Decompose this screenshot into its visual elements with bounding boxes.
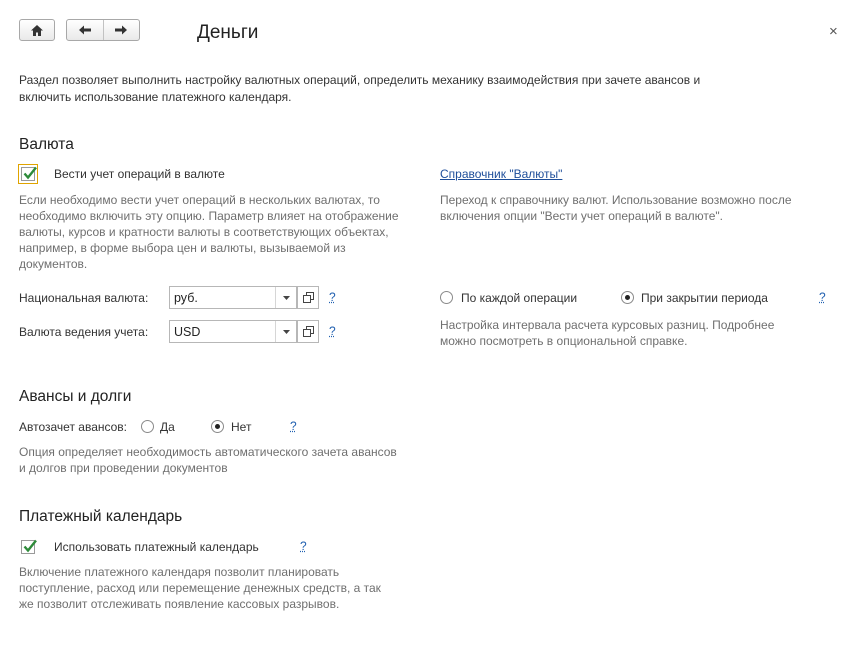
rate-hint: Настройка интервала расчета курсовых раз… [440,317,774,349]
page-title: Деньги [197,22,259,43]
national-currency-dropdown[interactable] [275,287,296,308]
open-window-icon [302,326,314,337]
hint-line: Опция определяет необходимость автоматич… [19,445,397,459]
advances-heading: Авансы и долги [19,388,132,405]
section-description: Раздел позволяет выполнить настройку вал… [19,73,701,104]
calendar-heading: Платежный календарь [19,508,183,525]
hint-line: документов. [19,257,88,271]
currency-heading: Валюта [19,136,74,153]
multi-currency-hint: Если необходимо вести учет операций в не… [19,192,399,272]
multi-currency-label[interactable]: Вести учет операций в валюте [54,167,225,181]
autooffset-yes-radio[interactable] [141,420,154,433]
accounting-currency-dropdown[interactable] [275,321,296,342]
forward-button[interactable] [104,20,140,40]
payment-calendar-help[interactable]: ? [300,539,307,553]
national-currency-help[interactable]: ? [329,290,336,304]
hint-line: включения опции "Вести учет операций в в… [440,209,723,223]
home-button[interactable] [19,19,55,41]
payment-calendar-checkbox[interactable] [21,539,37,554]
accounting-currency-field[interactable]: USD [169,320,319,343]
payment-calendar-label[interactable]: Использовать платежный календарь [54,540,259,554]
hint-line: Включение платежного календаря позволит … [19,565,340,579]
hint-line: же позволит отслеживать появление кассов… [19,597,340,611]
arrow-left-icon [78,25,91,35]
accounting-currency-value: USD [174,325,201,339]
hint-line: Настройка интервала расчета курсовых раз… [440,318,775,332]
triangle-down-icon [282,329,290,334]
autooffset-label: Автозачет авансов: [19,420,128,434]
rate-period-close-label[interactable]: При закрытии периода [641,291,768,305]
close-button[interactable]: × [829,24,838,39]
hint-line: Если необходимо вести учет операций в не… [19,193,380,207]
hint-line: необходимо включить эту опцию. Параметр … [19,209,399,223]
navigation-buttons [66,19,140,41]
rate-each-operation-label[interactable]: По каждой операции [461,291,577,305]
hint-line: например, в форме выбора цен и валюты, в… [19,241,346,255]
back-button[interactable] [67,20,104,40]
hint-line: поступление, расход или перемещение дене… [19,581,381,595]
autooffset-help[interactable]: ? [290,419,297,433]
autooffset-yes-label[interactable]: Да [160,420,175,434]
autooffset-no-label[interactable]: Нет [231,420,251,434]
triangle-down-icon [282,295,290,300]
national-currency-label: Национальная валюта: [19,291,149,305]
autooffset-no-radio[interactable] [211,420,224,433]
hint-line: и долгов при проведении документов [19,461,228,475]
rate-help[interactable]: ? [819,290,826,304]
rate-each-operation-radio[interactable] [440,291,453,304]
hint-line: можно посмотреть в опциональной справке. [440,334,688,348]
hint-line: валюты, курсов и кратности валюты в соот… [19,225,389,239]
multi-currency-checkbox[interactable] [18,164,38,184]
catalog-hint: Переход к справочнику валют. Использован… [440,192,792,224]
arrow-right-icon [115,25,128,35]
checkmark-icon [23,166,37,180]
national-currency-field[interactable]: руб. [169,286,319,309]
accounting-currency-label: Валюта ведения учета: [19,325,149,339]
hint-line: Переход к справочнику валют. Использован… [440,193,792,207]
national-currency-open-button[interactable] [297,286,319,309]
accounting-currency-open-button[interactable] [297,320,319,343]
currencies-catalog-link[interactable]: Справочник "Валюты" [440,167,562,181]
calendar-hint: Включение платежного календаря позволит … [19,564,381,612]
accounting-currency-help[interactable]: ? [329,324,336,338]
open-window-icon [302,292,314,303]
rate-period-close-radio[interactable] [621,291,634,304]
checkmark-icon [23,539,37,553]
home-icon [31,24,43,36]
advances-hint: Опция определяет необходимость автоматич… [19,444,397,476]
national-currency-value: руб. [174,291,198,305]
